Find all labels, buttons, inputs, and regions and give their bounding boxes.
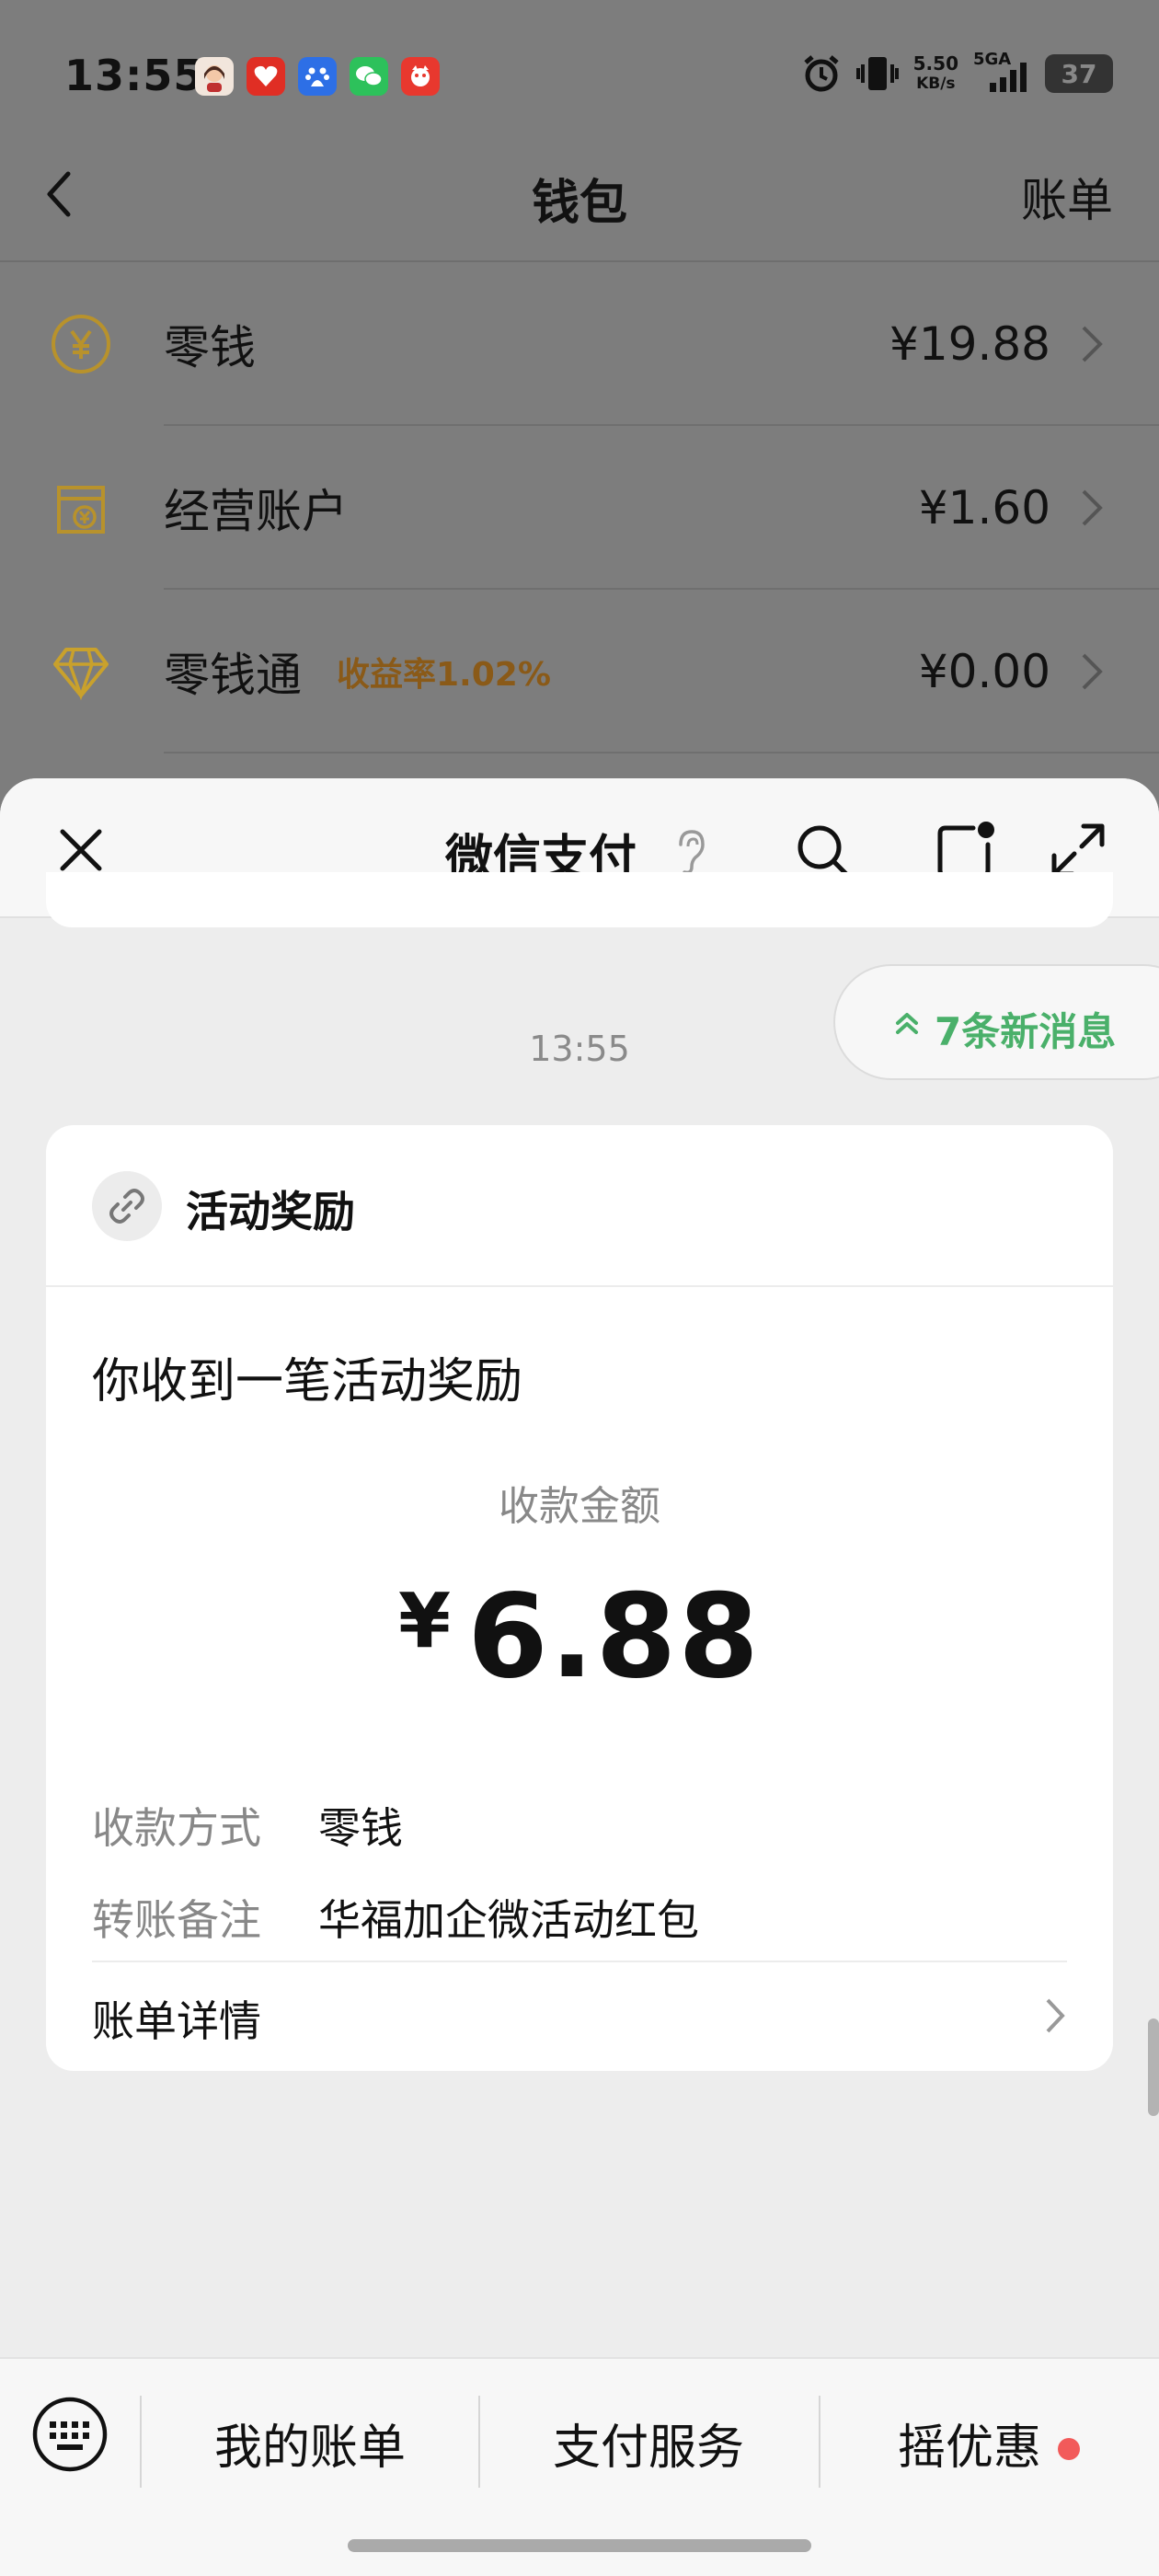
status-right: 5.50 KB/s 5GA 37 (801, 50, 1113, 94)
signal-group: 5GA (973, 50, 1030, 94)
double-chevron-up-icon (896, 1013, 918, 1034)
link-icon-badge (92, 1171, 162, 1241)
keyboard-icon[interactable] (31, 2396, 109, 2473)
previous-message-card (46, 872, 1113, 927)
wallet-row-change[interactable]: 零钱 ¥19.88 (0, 262, 1159, 426)
notification-dot (1058, 2438, 1080, 2460)
chevron-right-icon (1082, 653, 1103, 690)
new-messages-label: 7条新消息 (935, 1009, 1117, 1054)
link-icon (109, 1189, 144, 1224)
new-messages-button[interactable]: 7条新消息 (833, 964, 1159, 1080)
chevron-right-icon (1082, 489, 1103, 526)
menu-my-bills[interactable]: 我的账单 (140, 2409, 480, 2478)
wechat-pay-sheet: 微信支付 13:55 7条新消息 活动奖励 你收到一笔活动奖励 收款金额 ¥6.… (0, 778, 1159, 2576)
wallet-row-business[interactable]: 经营账户 ¥1.60 (0, 426, 1159, 590)
shop-account-icon (57, 486, 105, 534)
close-icon[interactable] (55, 824, 107, 876)
pinduoduo-app-icon (247, 57, 285, 96)
wallet-row-amount: ¥1.60 (918, 481, 1050, 535)
chevron-right-icon (1082, 326, 1103, 362)
wallet-row-amount: ¥0.00 (918, 645, 1050, 698)
ear-icon[interactable] (671, 826, 708, 878)
remark-row: 转账备注 华福加企微活动红包 (92, 1887, 699, 1948)
menu-pay-services[interactable]: 支付服务 (478, 2409, 819, 2478)
home-indicator[interactable] (348, 2539, 811, 2552)
amount-display: ¥6.88 (46, 1569, 1113, 1704)
signal-icon (990, 63, 1027, 92)
expand-icon[interactable] (1049, 821, 1107, 880)
bill-link[interactable]: 账单 (1021, 164, 1113, 230)
wallet-row-label: 经营账户 (164, 485, 348, 538)
payment-method-row: 收款方式 零钱 (92, 1795, 403, 1856)
wechat-app-icon (350, 57, 388, 96)
wallet-row-amount: ¥19.88 (889, 317, 1050, 371)
bottom-menu: 我的账单 支付服务 摇优惠 (0, 2357, 1159, 2576)
card-header: 活动奖励 (46, 1125, 1113, 1287)
bill-detail-link[interactable]: 账单详情 (92, 1961, 1067, 2071)
diamond-icon (53, 648, 109, 701)
vibrate-icon (855, 57, 899, 90)
wallet-row-label: 零钱通 (164, 649, 302, 702)
scrollbar[interactable] (1148, 2018, 1159, 2116)
network-speed: 5.50 KB/s (912, 52, 958, 93)
notification-app-icons (195, 57, 440, 96)
avatar-app-icon (195, 57, 234, 96)
status-bar: 13:55 5.50 KB/s 5GA 37 (0, 0, 1159, 152)
alarm-icon (804, 55, 839, 92)
amount-label: 收款金额 (499, 1483, 660, 1530)
card-source: 活动奖励 (186, 1187, 355, 1236)
baidu-app-icon (298, 57, 337, 96)
reward-message-card[interactable]: 活动奖励 你收到一笔活动奖励 收款金额 ¥6.88 收款方式 零钱 转账备注 华福加… (46, 1125, 1113, 2071)
yuan-coin-icon (52, 315, 110, 374)
method-value: 零钱 (318, 1803, 403, 1853)
method-label: 收款方式 (92, 1803, 261, 1853)
menu-shake-deals[interactable]: 摇优惠 (819, 2409, 1131, 2478)
card-heading: 你收到一笔活动奖励 (92, 1354, 523, 1409)
yield-rate: 收益率1.02% (337, 656, 551, 694)
remark-value: 华福加企微活动红包 (318, 1895, 699, 1945)
wallet-row-licaitong[interactable]: 零钱通 收益率1.02% ¥0.00 (0, 590, 1159, 753)
status-time: 13:55 (64, 51, 204, 100)
currency-symbol: ¥ (398, 1578, 452, 1665)
chevron-right-icon (1046, 1998, 1065, 2033)
remark-label: 转账备注 (92, 1895, 261, 1945)
jd-app-icon (401, 57, 440, 96)
row-divider (164, 752, 1159, 753)
amount-value: 6.88 (467, 1569, 761, 1704)
bill-detail-label: 账单详情 (92, 1996, 261, 2046)
page-title: 钱包 (531, 176, 627, 231)
wallet-row-label: 零钱 (164, 321, 256, 374)
battery-indicator: 37 (1045, 54, 1113, 93)
